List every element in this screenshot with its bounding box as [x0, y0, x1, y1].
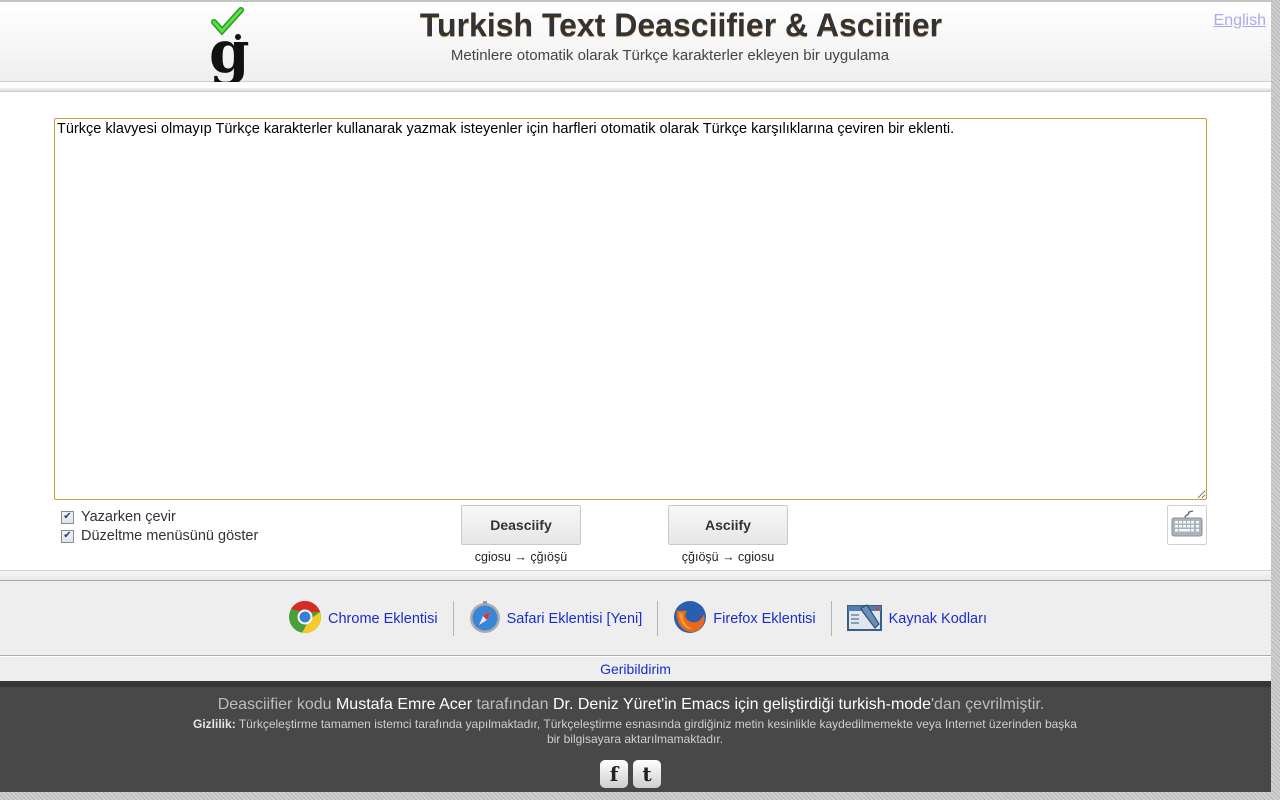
page-title: Turkish Text Deasciifier & Asciifier	[419, 7, 943, 43]
extensions-divider	[0, 570, 1271, 581]
credits-part: tarafından	[472, 696, 553, 713]
deasciify-button[interactable]: Deasciify	[461, 505, 581, 545]
source-code-icon	[846, 602, 883, 636]
credits-part: Deasciifier kodu	[217, 696, 336, 713]
asciify-hint: çğıöşü → cgiosu	[681, 550, 775, 564]
facebook-icon[interactable]: f	[600, 760, 628, 788]
extension-label: Firefox Eklentisi	[713, 610, 816, 627]
origin-name: Dr. Deniz Yüret'in Emacs için geliştirdi…	[552, 696, 931, 713]
privacy-text: Türkçeleştirme tamamen istemci tarafında…	[235, 717, 1077, 746]
source-code-link[interactable]: Kaynak Kodları	[832, 602, 1002, 636]
keyboard-icon	[1171, 508, 1203, 543]
safari-icon	[469, 600, 501, 638]
footer: Deasciifier kodu Mustafa Emre Acer taraf…	[0, 681, 1271, 792]
option-convert-while-typing[interactable]: ✔ Yazarken çevir	[61, 509, 176, 525]
checkbox-convert-while-typing[interactable]: ✔	[61, 510, 74, 524]
privacy-label: Gizlilik:	[193, 717, 236, 731]
language-link-english[interactable]: English	[1214, 12, 1266, 30]
chrome-icon	[288, 600, 322, 638]
checkbox-show-correction-menu[interactable]: ✔	[61, 529, 74, 543]
firefox-icon	[673, 600, 707, 638]
page-subtitle: Metinlere otomatik olarak Türkçe karakte…	[450, 47, 890, 64]
option-label: Düzeltme menüsünü göster	[81, 528, 259, 544]
chrome-extension-link[interactable]: Chrome Eklentisi	[273, 600, 453, 638]
feedback-row: Geribildirim	[0, 657, 1271, 681]
option-show-correction-menu[interactable]: ✔ Düzeltme menüsünü göster	[61, 528, 258, 544]
credits-part: 'dan çevrilmiştir.	[930, 696, 1045, 713]
feedback-link[interactable]: Geribildirim	[600, 661, 671, 677]
social-links: f t	[600, 760, 661, 788]
asciify-button[interactable]: Asciify	[668, 505, 788, 545]
credits-text: Deasciifier kodu Mustafa Emre Acer taraf…	[0, 696, 1262, 714]
virtual-keyboard-button[interactable]	[1167, 505, 1207, 545]
firefox-extension-link[interactable]: Firefox Eklentisi	[658, 600, 830, 638]
extension-label: Safari Eklentisi [Yeni]	[506, 610, 643, 627]
extension-label: Kaynak Kodları	[888, 610, 987, 627]
twitter-icon[interactable]: t	[633, 760, 661, 788]
option-label: Yazarken çevir	[81, 509, 176, 525]
safari-extension-link[interactable]: Safari Eklentisi [Yeni]	[454, 600, 658, 638]
header: g Turkish Text Deasciifier & Asciifier M…	[0, 0, 1271, 86]
privacy-notice: Gizlilik: Türkçeleştirme tamamen istemci…	[190, 717, 1080, 747]
header-divider	[0, 88, 1271, 92]
deasciify-hint: cgiosu → çğıöşü	[474, 550, 568, 564]
extension-label: Chrome Eklentisi	[328, 610, 438, 627]
extensions-bar: Chrome Eklentisi Safari Eklentisi [Yeni]	[0, 581, 1271, 656]
author-name: Mustafa Emre Acer	[335, 696, 473, 713]
text-editor[interactable]	[54, 118, 1207, 500]
page: g Turkish Text Deasciifier & Asciifier M…	[0, 0, 1271, 792]
